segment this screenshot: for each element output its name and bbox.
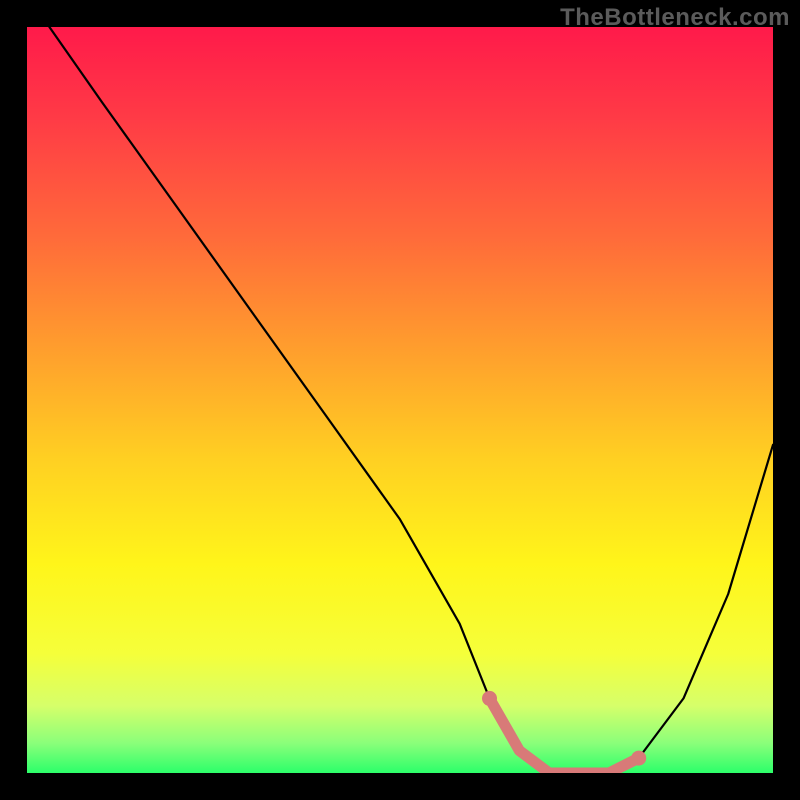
optimal-range-highlight bbox=[490, 698, 639, 773]
bottleneck-curve bbox=[49, 27, 773, 773]
plot-area bbox=[27, 27, 773, 773]
chart-frame: TheBottleneck.com bbox=[0, 0, 800, 800]
curve-overlay bbox=[27, 27, 773, 773]
highlight-dot-right bbox=[631, 751, 646, 766]
highlight-dot-left bbox=[482, 691, 497, 706]
watermark-text: TheBottleneck.com bbox=[560, 4, 790, 32]
